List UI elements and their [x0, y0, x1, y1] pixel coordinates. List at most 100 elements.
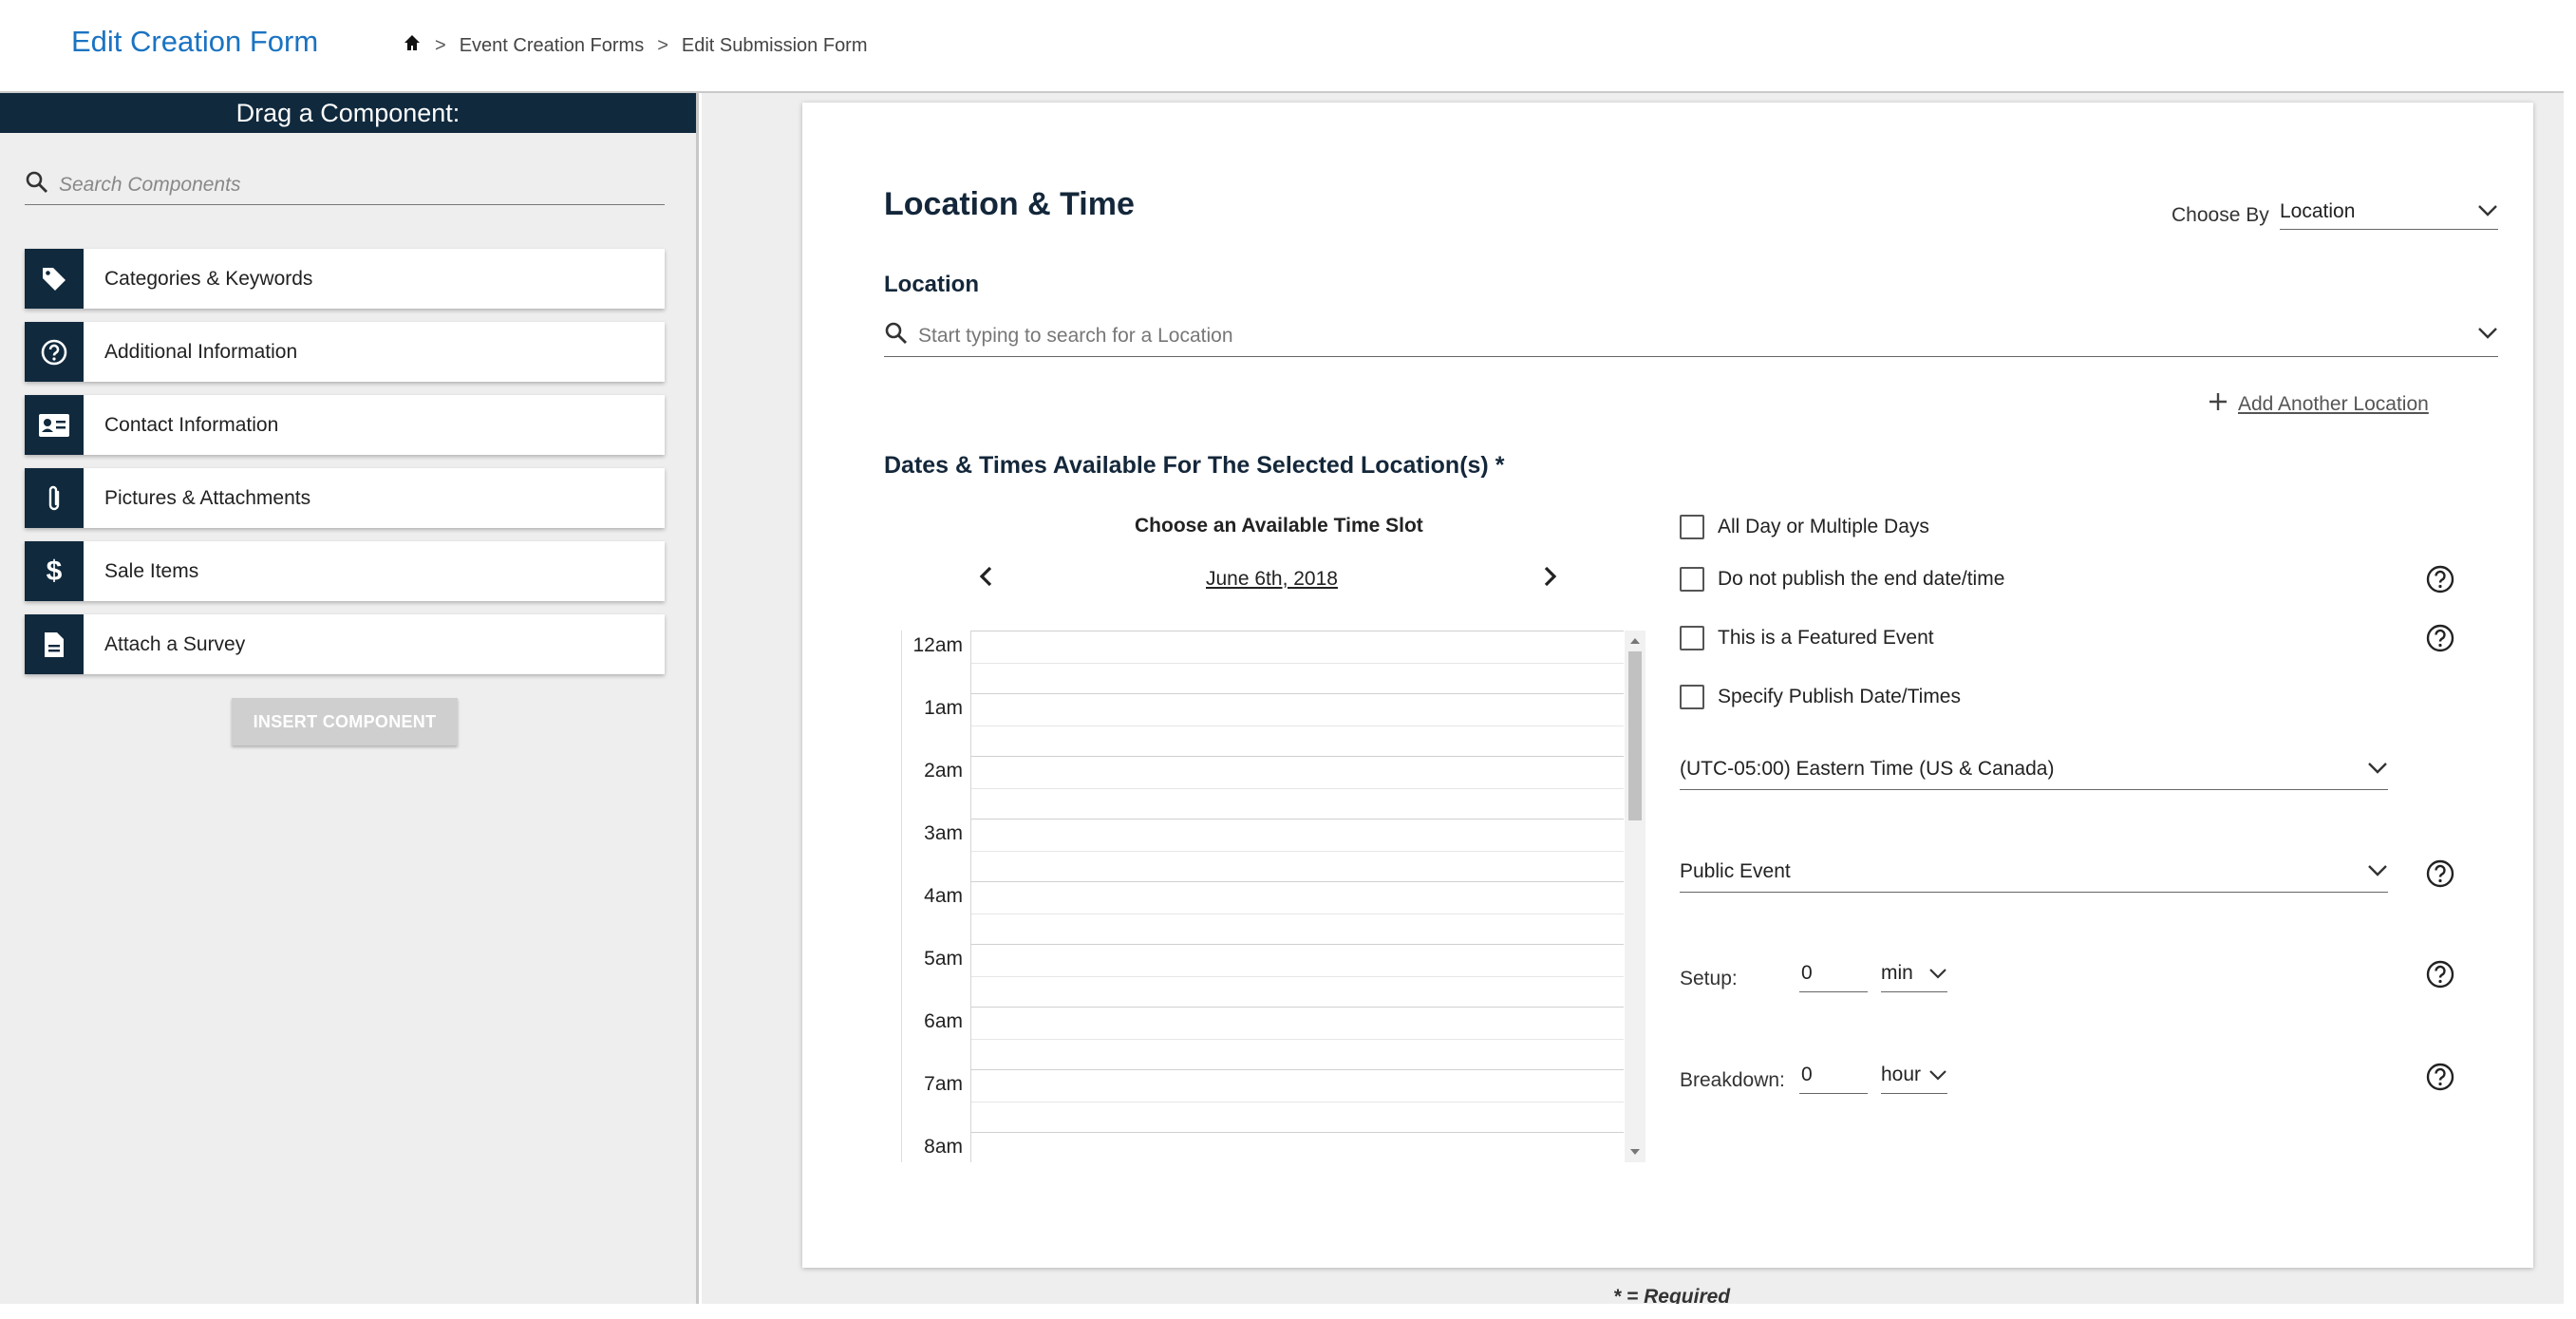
paperclip-icon — [25, 468, 84, 528]
dates-times-title: Dates & Times Available For The Selected… — [884, 452, 1505, 479]
choose-by-select[interactable]: Location — [2280, 194, 2498, 230]
scroll-thumb[interactable] — [1628, 651, 1642, 820]
featured-checkbox[interactable] — [1680, 626, 1704, 650]
section-title: Location & Time — [884, 186, 1135, 222]
breakdown-label: Breakdown: — [1680, 1069, 1785, 1091]
contact-card-icon — [25, 395, 84, 455]
publish-dates-option[interactable]: Specify Publish Date/Times — [1680, 685, 1961, 709]
no-end-checkbox[interactable] — [1680, 567, 1704, 592]
component-additional-information[interactable]: Additional Information — [25, 322, 665, 382]
setup-input[interactable] — [1799, 954, 1868, 992]
component-label: Attach a Survey — [104, 632, 246, 655]
event-type-value: Public Event — [1680, 859, 1791, 882]
time-slot[interactable] — [970, 631, 1624, 693]
component-label: Contact Information — [104, 413, 279, 436]
time-slot[interactable] — [970, 1069, 1624, 1132]
component-label: Sale Items — [104, 559, 199, 582]
component-pictures-attachments[interactable]: Pictures & Attachments — [25, 468, 665, 528]
component-sidebar: Drag a Component: Categories & Keywords … — [0, 93, 699, 1304]
featured-option[interactable]: This is a Featured Event — [1680, 626, 1934, 650]
page-title: Edit Creation Form — [71, 25, 319, 58]
component-list: Categories & Keywords Additional Informa… — [25, 249, 665, 688]
scroll-up-arrow[interactable] — [1630, 638, 1640, 644]
search-icon — [884, 321, 909, 350]
required-note: * = Required — [1613, 1286, 1731, 1304]
breadcrumb-event-creation-forms[interactable]: Event Creation Forms — [460, 35, 645, 57]
no-end-option[interactable]: Do not publish the end date/time — [1680, 567, 2004, 592]
component-label: Additional Information — [104, 340, 298, 363]
choose-by-label: Choose By — [2172, 204, 2269, 226]
breakdown-unit-select[interactable]: hour — [1881, 1056, 1947, 1094]
search-icon — [25, 170, 49, 199]
hour-row: 8am — [902, 1132, 1645, 1162]
sidebar-heading: Drag a Component: — [0, 93, 696, 133]
location-search-field — [884, 315, 2498, 357]
hour-label: 5am — [924, 948, 963, 970]
add-another-location-link[interactable]: Add Another Location — [2208, 391, 2429, 418]
time-slot[interactable] — [970, 693, 1624, 756]
no-end-label: Do not publish the end date/time — [1718, 568, 2005, 590]
component-sale-items[interactable]: $ Sale Items — [25, 541, 665, 601]
time-slot[interactable] — [970, 756, 1624, 819]
breadcrumb-separator: > — [435, 34, 446, 56]
setup-unit-select[interactable]: min — [1881, 954, 1947, 992]
hour-label: 1am — [924, 697, 963, 719]
help-icon[interactable] — [2425, 858, 2455, 894]
time-slot[interactable] — [970, 944, 1624, 1007]
hour-label: 3am — [924, 822, 963, 844]
event-type-select[interactable]: Public Event — [1680, 851, 2388, 893]
all-day-label: All Day or Multiple Days — [1718, 516, 1929, 537]
hour-row: 7am — [902, 1069, 1645, 1132]
chevron-down-icon — [2367, 758, 2388, 781]
breakdown-input[interactable] — [1799, 1056, 1868, 1094]
insert-component-button[interactable]: INSERT COMPONENT — [232, 698, 458, 745]
component-attach-survey[interactable]: Attach a Survey — [25, 614, 665, 674]
home-icon[interactable] — [403, 33, 422, 58]
help-icon[interactable] — [2425, 623, 2455, 658]
setup-unit-value: min — [1881, 961, 1913, 984]
calendar-date[interactable]: June 6th, 2018 — [1206, 568, 1338, 591]
component-categories-keywords[interactable]: Categories & Keywords — [25, 249, 665, 309]
help-icon[interactable] — [2425, 564, 2455, 599]
scroll-down-arrow[interactable] — [1630, 1149, 1640, 1155]
hour-row: 1am — [902, 693, 1645, 756]
hour-row: 3am — [902, 819, 1645, 881]
dollar-icon: $ — [25, 541, 84, 601]
hour-row: 12am — [902, 631, 1645, 693]
plus-icon — [2208, 391, 2228, 418]
location-search-input[interactable] — [916, 323, 2477, 349]
help-icon[interactable] — [2425, 959, 2455, 994]
hour-label: 7am — [924, 1073, 963, 1095]
featured-label: This is a Featured Event — [1718, 627, 1934, 649]
component-label: Pictures & Attachments — [104, 486, 311, 509]
location-time-card: Location & Time Choose By Location Locat… — [802, 103, 2533, 1268]
hour-row: 5am — [902, 944, 1645, 1007]
time-slot[interactable] — [970, 1132, 1624, 1162]
calendar-scrollbar[interactable] — [1625, 631, 1645, 1162]
chevron-left-icon[interactable] — [978, 565, 993, 593]
all-day-option[interactable]: All Day or Multiple Days — [1680, 515, 1929, 539]
search-components-input[interactable] — [57, 172, 646, 198]
publish-dates-checkbox[interactable] — [1680, 685, 1704, 709]
calendar-time-grid[interactable]: 12am 1am 2am 3am 4am 5am 6am 7am 8am — [901, 631, 1645, 1162]
breadcrumb: > Event Creation Forms > Edit Submission… — [403, 33, 868, 58]
search-components-field — [25, 165, 665, 205]
help-icon[interactable] — [2425, 1062, 2455, 1097]
time-slot-title: Choose an Available Time Slot — [1135, 515, 1423, 537]
time-slot[interactable] — [970, 1007, 1624, 1069]
hour-label: 2am — [924, 760, 963, 782]
hour-row: 2am — [902, 756, 1645, 819]
hour-label: 4am — [924, 885, 963, 907]
component-contact-information[interactable]: Contact Information — [25, 395, 665, 455]
form-canvas: Location & Time Choose By Location Locat… — [702, 93, 2564, 1304]
timezone-select[interactable]: (UTC-05:00) Eastern Time (US & Canada) — [1680, 748, 2388, 790]
time-slot[interactable] — [970, 881, 1624, 944]
setup-label: Setup: — [1680, 968, 1738, 989]
chevron-down-icon[interactable] — [2477, 327, 2498, 345]
all-day-checkbox[interactable] — [1680, 515, 1704, 539]
chevron-down-icon — [2367, 860, 2388, 883]
chevron-right-icon[interactable] — [1543, 565, 1558, 593]
time-slot[interactable] — [970, 819, 1624, 881]
hour-row: 4am — [902, 881, 1645, 944]
top-header: Edit Creation Form > Event Creation Form… — [0, 0, 2564, 93]
